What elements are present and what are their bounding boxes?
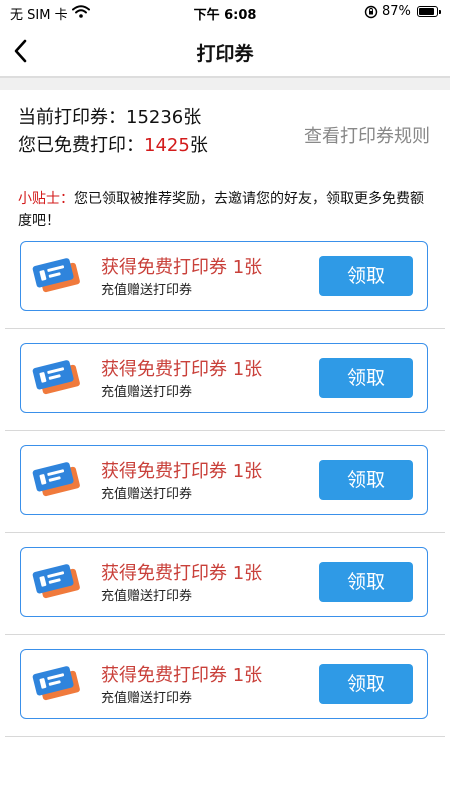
free-prints-label: 您已免费打印： xyxy=(18,135,144,156)
tip-body: 您已领取被推荐奖励，去邀请您的好友，领取更多免费额度吧！ xyxy=(18,191,424,229)
ticket-icon xyxy=(30,457,84,503)
free-prints-row: 您已免费打印：1425张 xyxy=(18,132,208,160)
ticket-icon xyxy=(30,355,84,401)
ticket-icon xyxy=(30,253,84,299)
coupon-title: 获得免费打印券 1张 xyxy=(101,257,263,278)
view-rules-link[interactable]: 查看打印券规则 xyxy=(304,122,430,148)
ticket-icon xyxy=(30,661,84,707)
current-coupons-row: 当前打印券：15236张 xyxy=(18,104,208,132)
row-divider xyxy=(5,736,445,737)
row-divider xyxy=(5,328,445,329)
claim-button[interactable]: 领取 xyxy=(319,256,413,296)
coupon-card: 获得免费打印券 1张 充值赠送打印券 领取 xyxy=(20,445,428,515)
page-title: 打印券 xyxy=(196,43,254,65)
coupon-card: 获得免费打印券 1张 充值赠送打印券 领取 xyxy=(20,343,428,413)
coupon-title: 获得免费打印券 1张 xyxy=(101,563,263,584)
section-gap xyxy=(0,78,450,90)
coupon-subtitle: 充值赠送打印券 xyxy=(101,385,193,400)
row-divider xyxy=(5,430,445,431)
claim-button[interactable]: 领取 xyxy=(319,358,413,398)
current-coupons-value: 15236 xyxy=(126,107,184,128)
status-bar: 无 SIM 卡 下午 6:08 87% xyxy=(0,0,450,26)
battery-percentage: 87% xyxy=(382,4,411,19)
coupon-title: 获得免费打印券 1张 xyxy=(101,665,263,686)
coupon-title: 获得免费打印券 1张 xyxy=(101,359,263,380)
coupon-title: 获得免费打印券 1张 xyxy=(101,461,263,482)
current-coupons-unit: 张 xyxy=(183,107,202,128)
free-prints-unit: 张 xyxy=(189,135,208,156)
coupon-summary: 当前打印券：15236张 您已免费打印：1425张 xyxy=(18,104,208,160)
coupon-subtitle: 充值赠送打印券 xyxy=(101,691,193,706)
tip-text: 小贴士：您已领取被推荐奖励，去邀请您的好友，领取更多免费额度吧！ xyxy=(18,188,433,232)
tip-label: 小贴士： xyxy=(18,191,74,207)
coupon-subtitle: 充值赠送打印券 xyxy=(101,589,193,604)
row-divider xyxy=(5,634,445,635)
free-prints-value: 1425 xyxy=(144,135,190,156)
claim-button[interactable]: 领取 xyxy=(319,460,413,500)
coupon-subtitle: 充值赠送打印券 xyxy=(101,283,193,298)
row-divider xyxy=(5,532,445,533)
battery-icon xyxy=(417,6,441,17)
ticket-icon xyxy=(30,559,84,605)
claim-button[interactable]: 领取 xyxy=(319,664,413,704)
coupon-card: 获得免费打印券 1张 充值赠送打印券 领取 xyxy=(20,547,428,617)
orientation-lock-icon xyxy=(364,5,378,23)
coupon-subtitle: 充值赠送打印券 xyxy=(101,487,193,502)
coupon-card: 获得免费打印券 1张 充值赠送打印券 领取 xyxy=(20,241,428,311)
coupon-card: 获得免费打印券 1张 充值赠送打印券 领取 xyxy=(20,649,428,719)
claim-button[interactable]: 领取 xyxy=(319,562,413,602)
current-coupons-label: 当前打印券： xyxy=(18,107,126,128)
navigation-bar: 打印券 xyxy=(0,26,450,76)
